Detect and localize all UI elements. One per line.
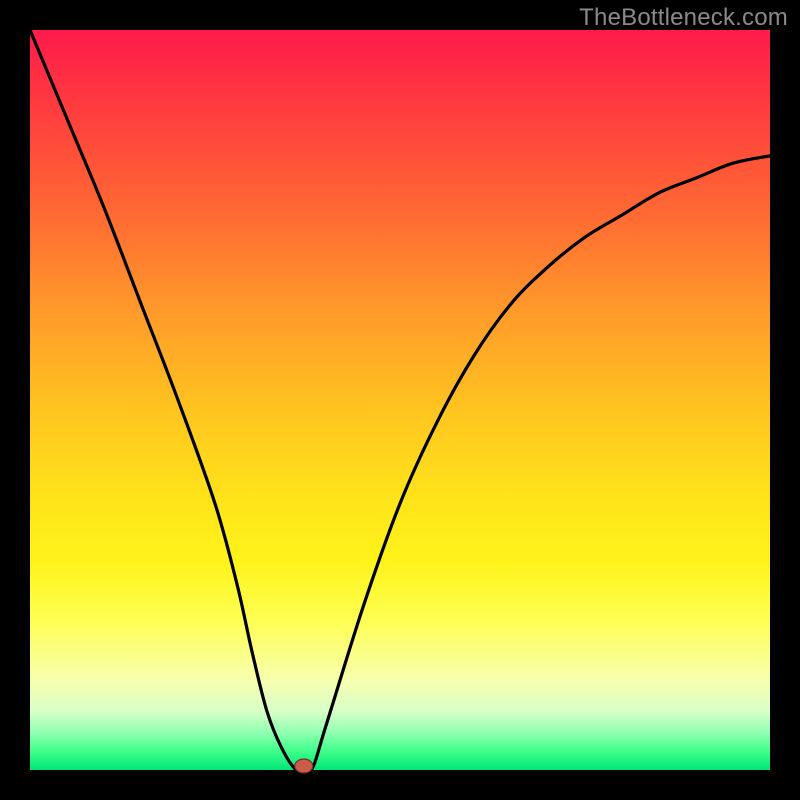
bottleneck-curve	[30, 30, 770, 774]
watermark-text: TheBottleneck.com	[579, 4, 788, 32]
chart-frame: TheBottleneck.com	[0, 0, 800, 800]
optimum-marker	[295, 759, 313, 773]
plot-area	[30, 30, 770, 770]
curve-svg	[30, 30, 770, 770]
